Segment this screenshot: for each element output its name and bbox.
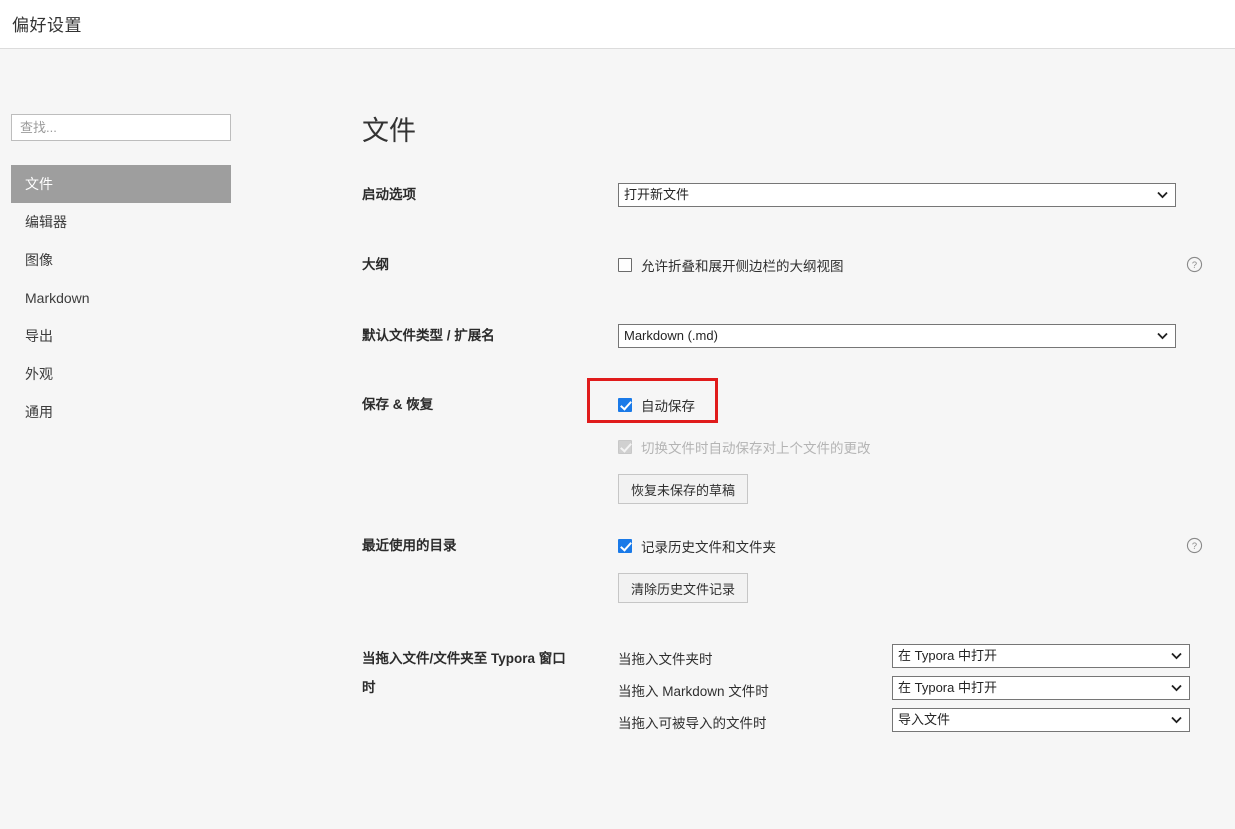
- drag-markdown-select-wrap: 在 Typora 中打开: [892, 676, 1190, 700]
- sidebar-item-appearance[interactable]: 外观: [11, 355, 231, 393]
- sidebar-item-label: Markdown: [25, 290, 90, 306]
- sidebar-item-label: 通用: [25, 404, 53, 420]
- row-label-startup: 启动选项: [362, 187, 416, 202]
- record-history-label: 记录历史文件和文件夹: [641, 540, 776, 555]
- switch-autosave-label: 切换文件时自动保存对上个文件的更改: [641, 441, 871, 456]
- page-title: 文件: [362, 116, 416, 146]
- sidebar-item-label: 外观: [25, 366, 53, 382]
- sidebar-item-label: 图像: [25, 252, 53, 268]
- sidebar-item-label: 编辑器: [25, 214, 67, 230]
- startup-option-select[interactable]: 打开新文件: [618, 183, 1176, 207]
- autosave-checkbox[interactable]: [618, 398, 632, 412]
- outline-collapse-checkbox[interactable]: [618, 258, 632, 272]
- drag-markdown-label: 当拖入 Markdown 文件时: [618, 684, 769, 699]
- recover-draft-button[interactable]: 恢复未保存的草稿: [618, 474, 749, 504]
- row-label-recent-directories: 最近使用的目录: [362, 538, 457, 553]
- sidebar-item-editor[interactable]: 编辑器: [11, 203, 231, 241]
- startup-select-wrap: 打开新文件: [618, 183, 1176, 207]
- row-label-save-recover: 保存 & 恢复: [362, 397, 434, 412]
- sidebar-item-general[interactable]: 通用: [11, 393, 231, 431]
- outline-collapse-checkbox-row[interactable]: 允许折叠和展开侧边栏的大纲视图: [618, 255, 844, 275]
- drag-importable-select-wrap: 导入文件: [892, 708, 1190, 732]
- svg-text:?: ?: [1192, 541, 1197, 551]
- question-circle-icon[interactable]: ?: [1186, 256, 1203, 273]
- sidebar-item-markdown[interactable]: Markdown: [11, 279, 231, 317]
- default-filetype-select[interactable]: Markdown (.md): [618, 324, 1176, 348]
- sidebar-item-label: 导出: [25, 328, 53, 344]
- sidebar-item-file[interactable]: 文件: [11, 165, 231, 203]
- drag-importable-label: 当拖入可被导入的文件时: [618, 716, 767, 731]
- window-title: 偏好设置: [12, 16, 82, 35]
- autosave-label: 自动保存: [641, 399, 695, 414]
- autosave-checkbox-row[interactable]: 自动保存: [618, 395, 871, 415]
- clear-history-button[interactable]: 清除历史文件记录: [618, 573, 749, 603]
- drag-folder-label: 当拖入文件夹时: [618, 652, 713, 667]
- record-history-checkbox[interactable]: [618, 539, 632, 553]
- drag-folder-select[interactable]: 在 Typora 中打开: [892, 644, 1190, 668]
- row-label-default-filetype: 默认文件类型 / 扩展名: [362, 328, 495, 343]
- svg-text:?: ?: [1192, 260, 1197, 270]
- record-history-checkbox-row[interactable]: 记录历史文件和文件夹: [618, 536, 776, 556]
- drag-markdown-select[interactable]: 在 Typora 中打开: [892, 676, 1190, 700]
- row-label-outline: 大纲: [362, 257, 389, 272]
- row-label-drag-drop: 当拖入文件/文件夹至 Typora 窗口时: [362, 651, 566, 695]
- search-input[interactable]: [11, 114, 231, 141]
- switch-autosave-checkbox-row: 切换文件时自动保存对上个文件的更改: [618, 437, 871, 457]
- sidebar-item-label: 文件: [25, 176, 53, 192]
- sidebar-nav: 文件 编辑器 图像 Markdown 导出 外观 通用: [11, 165, 231, 431]
- sidebar: 文件 编辑器 图像 Markdown 导出 外观 通用: [0, 49, 245, 829]
- drag-importable-select[interactable]: 导入文件: [892, 708, 1190, 732]
- drag-folder-select-wrap: 在 Typora 中打开: [892, 644, 1190, 668]
- switch-autosave-checkbox: [618, 440, 632, 454]
- outline-collapse-label: 允许折叠和展开侧边栏的大纲视图: [641, 259, 844, 274]
- sidebar-item-export[interactable]: 导出: [11, 317, 231, 355]
- settings-panel: 文件 启动选项 打开新文件 大纲 允许折叠和展开侧边栏的大纲视图 ? 默认文件类…: [245, 49, 1235, 829]
- filetype-select-wrap: Markdown (.md): [618, 324, 1176, 348]
- question-circle-icon[interactable]: ?: [1186, 537, 1203, 554]
- sidebar-item-image[interactable]: 图像: [11, 241, 231, 279]
- window-titlebar: 偏好设置: [0, 0, 1235, 49]
